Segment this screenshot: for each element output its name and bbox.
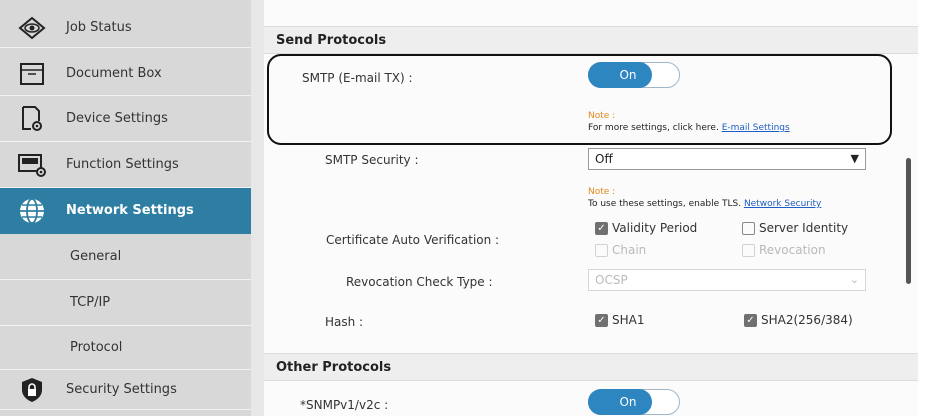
sidebar-item-job-status[interactable]: Job Status xyxy=(0,8,251,48)
checkbox-checked-icon: ✓ xyxy=(595,313,608,327)
section-header-send-protocols: Send Protocols xyxy=(264,26,918,54)
note-text: To use these settings, enable TLS. xyxy=(588,199,742,209)
sidebar-item-network-settings[interactable]: Network Settings xyxy=(0,188,251,234)
chevron-down-icon: ⌄ xyxy=(849,273,859,286)
checkbox-label: Chain xyxy=(612,243,647,257)
checkbox-icon xyxy=(742,243,755,257)
checkbox-label: Revocation xyxy=(759,243,826,257)
server-identity-checkbox[interactable]: Server Identity xyxy=(742,221,848,235)
revocation-check-type-select: OCSP ⌄ xyxy=(588,269,866,291)
network-security-link[interactable]: Network Security xyxy=(744,199,821,209)
sidebar-item-label: TCP/IP xyxy=(70,295,111,310)
revocation-checkbox: Revocation xyxy=(742,243,826,257)
snmp-label: *SNMPv1/v2c : xyxy=(300,398,389,412)
chain-checkbox: Chain xyxy=(595,243,646,257)
checkbox-icon xyxy=(595,243,608,257)
smtp-security-value: Off xyxy=(595,152,613,166)
folder-icon xyxy=(12,57,52,91)
checkbox-icon xyxy=(742,221,755,235)
globe-icon xyxy=(12,194,52,228)
checkbox-label: SHA1 xyxy=(612,313,645,327)
validity-period-checkbox[interactable]: ✓ Validity Period xyxy=(595,221,697,235)
section-header-other-protocols: Other Protocols xyxy=(264,353,918,381)
checkbox-label: Server Identity xyxy=(759,221,849,235)
sidebar-item-label: Document Box xyxy=(66,66,162,81)
revocation-check-type-value: OCSP xyxy=(595,273,628,287)
sidebar-item-tcpip[interactable]: TCP/IP xyxy=(0,280,251,326)
scrollbar-thumb[interactable] xyxy=(906,158,911,284)
chevron-down-icon: ▼ xyxy=(850,152,859,165)
sidebar-item-label: General xyxy=(70,249,122,264)
sidebar-item-security-settings[interactable]: Security Settings xyxy=(0,370,251,410)
right-margin xyxy=(918,0,944,416)
sidebar-item-protocol[interactable]: Protocol xyxy=(0,326,251,370)
sidebar-item-device-settings[interactable]: Device Settings xyxy=(0,96,251,142)
snmp-toggle-label: On xyxy=(619,395,637,409)
sidebar-item-label: Network Settings xyxy=(66,203,194,218)
cert-auto-verification-label: Certificate Auto Verification : xyxy=(326,233,500,247)
sidebar: Job Status Document Box Device Settings … xyxy=(0,0,251,416)
sidebar-item-document-box[interactable]: Document Box xyxy=(0,52,251,96)
sidebar-item-label: Function Settings xyxy=(66,157,179,172)
checkbox-checked-icon: ✓ xyxy=(744,313,757,327)
checkbox-label: SHA2(256/384) xyxy=(761,313,853,327)
sidebar-item-label: Security Settings xyxy=(66,382,177,397)
snmp-toggle[interactable]: On xyxy=(588,389,680,415)
hash-label: Hash : xyxy=(325,315,364,329)
revocation-check-type-label: Revocation Check Type : xyxy=(346,275,493,289)
smtp-security-select[interactable]: Off ▼ xyxy=(588,148,866,170)
sha1-checkbox[interactable]: ✓ SHA1 xyxy=(595,313,644,327)
sidebar-item-function-settings[interactable]: Function Settings xyxy=(0,142,251,188)
sidebar-item-label: Device Settings xyxy=(66,111,168,126)
checkbox-checked-icon: ✓ xyxy=(595,221,608,235)
smtp-security-label: SMTP Security : xyxy=(325,153,419,167)
eye-icon xyxy=(12,11,52,45)
note-label: Note : xyxy=(588,187,616,197)
sha2-checkbox[interactable]: ✓ SHA2(256/384) xyxy=(744,313,853,327)
sidebar-item-label: Protocol xyxy=(70,340,123,355)
checkbox-label: Validity Period xyxy=(612,221,698,235)
printer-gear-icon xyxy=(12,148,52,182)
sidebar-item-label: Job Status xyxy=(66,20,132,35)
tls-note: Note : To use these settings, enable TLS… xyxy=(588,186,821,210)
highlight-outline xyxy=(267,54,892,145)
device-gear-icon xyxy=(12,102,52,136)
sidebar-item-general[interactable]: General xyxy=(0,234,251,280)
shield-lock-icon xyxy=(12,373,52,407)
